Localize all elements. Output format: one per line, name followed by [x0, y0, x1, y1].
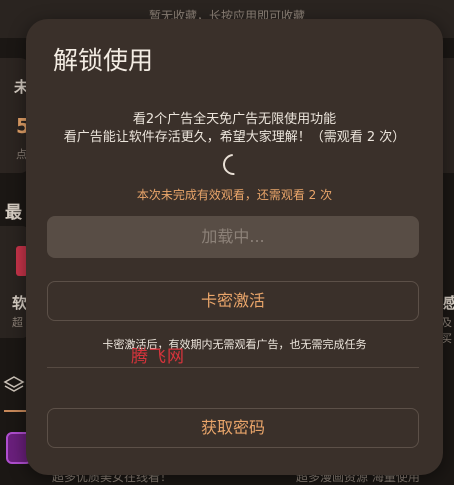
activation-note: 卡密激活后，有效期内无需观看广告，也无需完成任务 [102, 338, 367, 351]
dialog-message-line2: 看广告能让软件存活更久，希望大家理解！（需观看 2 次） [63, 130, 406, 145]
unlock-dialog: 解锁使用 看2个广告全天免广告无限使用功能 看广告能让软件存活更久，希望大家理解… [26, 19, 443, 475]
tab-indicator [4, 410, 28, 412]
dialog-title: 解锁使用 [53, 46, 154, 75]
divider [47, 367, 419, 368]
watermark-text: 腾飞网 [131, 347, 185, 367]
watch-ad-button[interactable]: 加载中... [47, 216, 419, 258]
bg-text-fragment: 软 [12, 294, 28, 312]
dialog-message-line1: 看2个广告全天免广告无限使用功能 [132, 112, 337, 127]
bg-section-heading: 最 [5, 203, 22, 223]
layers-icon [3, 376, 25, 392]
loading-spinner-icon [218, 149, 249, 180]
activate-code-button[interactable]: 卡密激活 [47, 281, 419, 321]
get-password-button[interactable]: 获取密码 [47, 408, 419, 448]
bg-text-fragment: 超 [12, 316, 23, 329]
bg-text-fragment: 感 [443, 294, 454, 312]
remaining-views-warning: 本次未完成有效观看，还需观看 2 次 [136, 188, 333, 202]
